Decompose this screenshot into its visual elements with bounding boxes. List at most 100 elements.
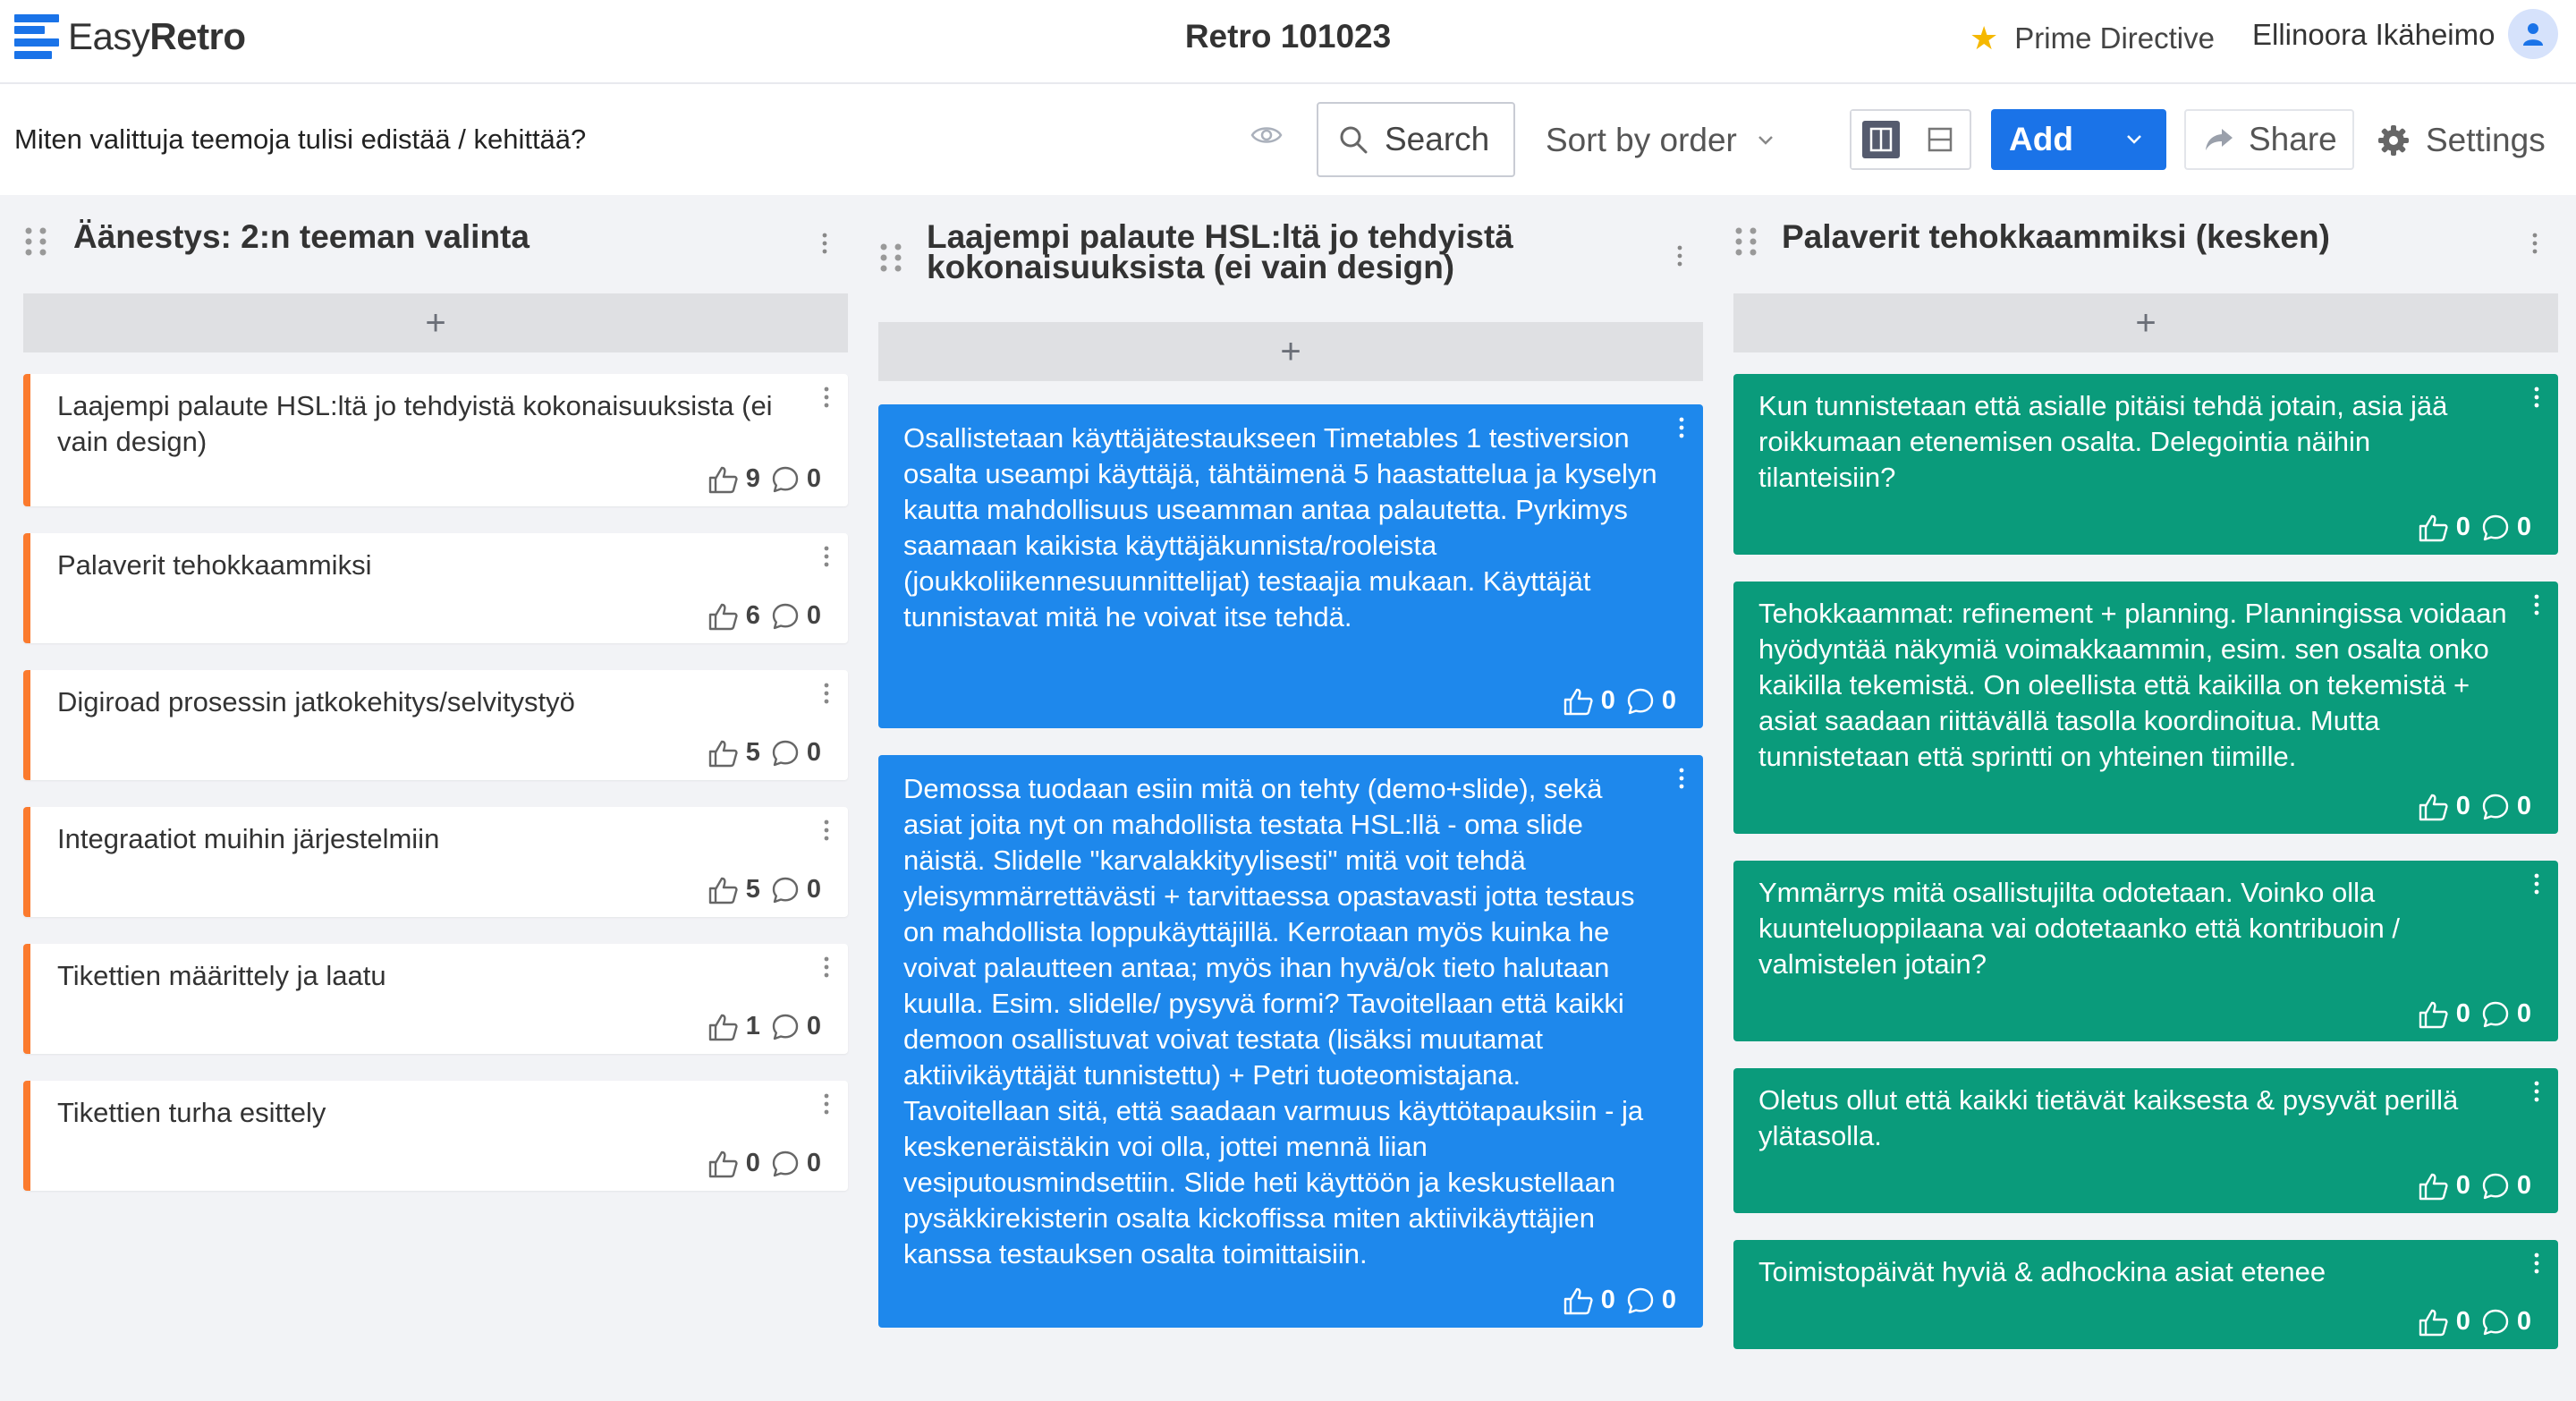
column-meetings: Palaverit tehokkaammiksi (kesken) + Kun … [1733, 195, 2558, 1376]
thumbs-up-icon[interactable] [2419, 1308, 2449, 1337]
card-text: Integraatiot muihin järjestelmiin [57, 823, 440, 854]
rows-view-button[interactable] [1911, 111, 1970, 168]
search-label: Search [1385, 121, 1490, 157]
sort-dropdown[interactable]: Sort by order [1546, 122, 1775, 159]
add-card-button[interactable]: + [878, 322, 1703, 381]
like-count: 5 [745, 738, 760, 767]
comment-count: 0 [1661, 1286, 1676, 1314]
column-title[interactable]: Äänestys: 2:n teeman valinta [73, 220, 789, 253]
settings-button[interactable]: Settings [2377, 122, 2546, 159]
comment-count: 0 [806, 875, 821, 904]
comment-icon[interactable] [2481, 1308, 2510, 1337]
prime-directive-link[interactable]: ★ Prime Directive [1970, 20, 2215, 57]
card[interactable]: Palaverit tehokkaammiksi 6 0 [23, 533, 848, 643]
comment-icon[interactable] [1626, 1286, 1655, 1315]
drag-handle-icon[interactable] [1733, 225, 1760, 258]
comment-icon[interactable] [2481, 793, 2510, 821]
card[interactable]: Integraatiot muihin järjestelmiin 5 0 [23, 807, 848, 917]
more-vertical-icon[interactable] [1678, 417, 1685, 438]
card-text: Tikettien määrittely ja laatu [57, 960, 386, 991]
eye-icon[interactable] [1250, 123, 1283, 151]
card-meta: 0 0 [2419, 792, 2531, 821]
more-vertical-icon[interactable] [2533, 1081, 2540, 1102]
more-vertical-icon[interactable] [2533, 386, 2540, 408]
more-vertical-icon[interactable] [2533, 594, 2540, 616]
card[interactable]: Laajempi palaute HSL:ltä jo tehdyistä ko… [23, 374, 848, 506]
more-vertical-icon[interactable] [1676, 245, 1683, 267]
add-dropdown-toggle[interactable] [2102, 133, 2166, 146]
app-logo[interactable]: EasyRetro [14, 14, 246, 59]
card[interactable]: Toimistopäivät hyviä & adhockina asiat e… [1733, 1240, 2558, 1349]
more-vertical-icon[interactable] [823, 546, 830, 567]
comment-icon[interactable] [2481, 1000, 2510, 1029]
card[interactable]: Tehokkaammat: refinement + planning. Pla… [1733, 582, 2558, 834]
comment-icon[interactable] [771, 1150, 800, 1178]
comment-icon[interactable] [771, 876, 800, 904]
thumbs-up-icon[interactable] [2419, 514, 2449, 542]
thumbs-up-icon[interactable] [2419, 793, 2449, 821]
search-button[interactable]: Search [1317, 102, 1515, 177]
thumbs-up-icon[interactable] [708, 602, 739, 631]
card-meta: 0 0 [2419, 999, 2531, 1029]
more-vertical-icon[interactable] [2533, 1252, 2540, 1274]
chevron-down-icon [2127, 135, 2141, 144]
more-vertical-icon[interactable] [2533, 873, 2540, 895]
share-button[interactable]: Share [2184, 109, 2354, 170]
drag-handle-icon[interactable] [23, 225, 50, 258]
logo-icon [14, 14, 59, 59]
column-title[interactable]: Laajempi palaute HSL:ltä jo tehdyistä ko… [927, 220, 1606, 284]
card-list: Osallistetaan käyttäjätestaukseen Timeta… [878, 404, 1703, 1328]
add-button[interactable]: Add [1991, 109, 2166, 170]
more-vertical-icon[interactable] [823, 1093, 830, 1115]
card[interactable]: Ymmärrys mitä osallistujilta odotetaan. … [1733, 861, 2558, 1041]
more-vertical-icon[interactable] [823, 386, 830, 408]
view-toggle [1850, 109, 1971, 170]
thumbs-up-icon[interactable] [1563, 687, 1594, 716]
card[interactable]: Kun tunnistetaan että asialle pitäisi te… [1733, 374, 2558, 555]
thumbs-up-icon[interactable] [2419, 1000, 2449, 1029]
thumbs-up-icon[interactable] [2419, 1172, 2449, 1201]
comment-icon[interactable] [2481, 1172, 2510, 1201]
user-name[interactable]: Ellinoora Ikäheimo [2252, 18, 2495, 52]
card[interactable]: Tikettien määrittely ja laatu 1 0 [23, 944, 848, 1054]
thumbs-up-icon[interactable] [708, 465, 739, 494]
thumbs-up-icon[interactable] [708, 739, 739, 768]
drag-handle-icon[interactable] [878, 242, 905, 274]
comment-icon[interactable] [1626, 687, 1655, 716]
column-title[interactable]: Palaverit tehokkaammiksi (kesken) [1782, 220, 2497, 253]
comment-icon[interactable] [771, 1013, 800, 1041]
more-vertical-icon[interactable] [823, 683, 830, 704]
comment-icon[interactable] [771, 739, 800, 768]
more-vertical-icon[interactable] [821, 233, 828, 254]
thumbs-up-icon[interactable] [708, 1150, 739, 1178]
board-toolbar: Miten valittuja teemoja tulisi edistää /… [0, 84, 2576, 195]
user-icon [2523, 23, 2543, 46]
add-card-button[interactable]: + [23, 293, 848, 352]
comment-count: 0 [2516, 513, 2531, 541]
comment-icon[interactable] [2481, 514, 2510, 542]
board-title[interactable]: Retro 101023 [1185, 18, 1391, 55]
column-header: Laajempi palaute HSL:ltä jo tehdyistä ko… [878, 195, 1703, 322]
thumbs-up-icon[interactable] [1563, 1286, 1594, 1315]
more-vertical-icon[interactable] [2531, 233, 2538, 254]
columns-view-button[interactable] [1852, 111, 1911, 168]
thumbs-up-icon[interactable] [708, 876, 739, 904]
comment-icon[interactable] [771, 465, 800, 494]
comment-count: 0 [2516, 999, 2531, 1028]
more-vertical-icon[interactable] [823, 956, 830, 978]
add-card-button[interactable]: + [1733, 293, 2558, 352]
card[interactable]: Digiroad prosessin jatkokehitys/selvitys… [23, 670, 848, 780]
card[interactable]: Oletus ollut että kaikki tietävät kaikse… [1733, 1068, 2558, 1213]
card-meta: 0 0 [708, 1149, 821, 1178]
more-vertical-icon[interactable] [1678, 768, 1685, 789]
card[interactable]: Osallistetaan käyttäjätestaukseen Timeta… [878, 404, 1703, 728]
more-vertical-icon[interactable] [823, 819, 830, 841]
card[interactable]: Demossa tuodaan esiin mitä on tehty (dem… [878, 755, 1703, 1328]
card-list: Laajempi palaute HSL:ltä jo tehdyistä ko… [23, 374, 848, 1191]
card[interactable]: Tikettien turha esittely 0 0 [23, 1081, 848, 1191]
like-count: 5 [745, 875, 760, 904]
logo-text-light: Easy [68, 15, 150, 57]
comment-icon[interactable] [771, 602, 800, 631]
user-avatar[interactable] [2508, 9, 2558, 59]
thumbs-up-icon[interactable] [708, 1013, 739, 1041]
